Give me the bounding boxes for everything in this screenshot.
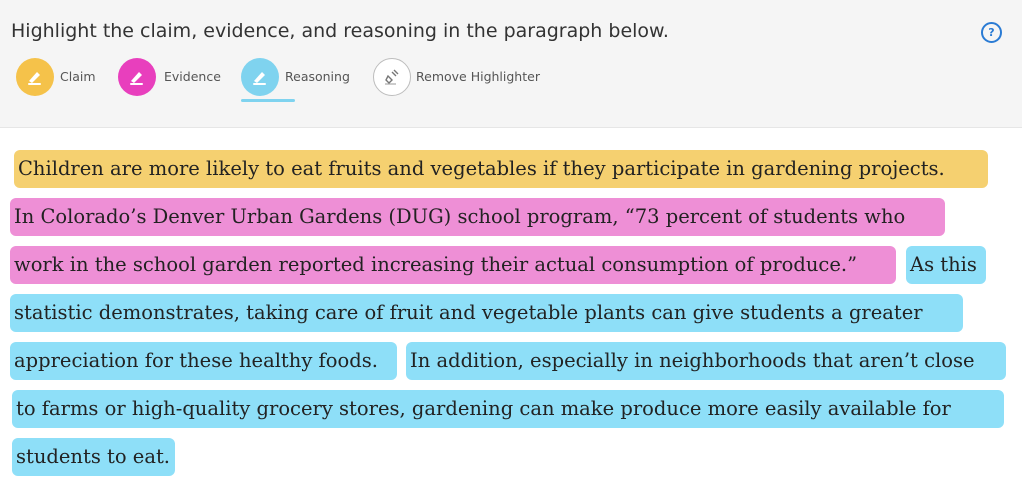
reasoning-text: to farms or high-quality grocery stores,…	[16, 397, 951, 420]
reasoning-highlight[interactable]: statistic demonstrates, taking care of f…	[10, 294, 963, 332]
evidence-highlight[interactable]: In Colorado’s Denver Urban Gardens (DUG)…	[10, 198, 945, 236]
eraser-icon	[373, 58, 411, 96]
highlighter-toolbar: Highlight the claim, evidence, and reaso…	[0, 0, 1022, 128]
reasoning-text: students to eat.	[16, 445, 171, 468]
highlighter-icon	[118, 58, 156, 96]
evidence-label: Evidence	[164, 69, 221, 84]
reasoning-text: In addition, especially in neighborhoods…	[410, 349, 975, 372]
claim-highlight[interactable]: Children are more likely to eat fruits a…	[14, 150, 988, 188]
reasoning-highlight[interactable]: students to eat.	[12, 438, 175, 476]
highlighter-icon	[241, 58, 279, 96]
reasoning-text: appreciation for these healthy foods.	[14, 349, 378, 372]
remove-highlighter-label: Remove Highlighter	[416, 69, 540, 84]
claim-text: Children are more likely to eat fruits a…	[18, 157, 945, 180]
help-icon[interactable]: ?	[981, 22, 1002, 43]
reasoning-label: Reasoning	[285, 69, 350, 84]
reasoning-highlight[interactable]: As this	[906, 246, 986, 284]
evidence-text: work in the school garden reported incre…	[14, 253, 858, 276]
reasoning-text: As this	[910, 253, 977, 276]
evidence-highlight[interactable]: work in the school garden reported incre…	[10, 246, 896, 284]
claim-label: Claim	[60, 69, 96, 84]
reasoning-highlight[interactable]: In addition, especially in neighborhoods…	[406, 342, 1006, 380]
reasoning-highlight[interactable]: appreciation for these healthy foods.	[10, 342, 397, 380]
reasoning-text: statistic demonstrates, taking care of f…	[14, 301, 923, 324]
highlighter-icon	[16, 58, 54, 96]
reasoning-highlight[interactable]: to farms or high-quality grocery stores,…	[12, 390, 1004, 428]
evidence-text: In Colorado’s Denver Urban Gardens (DUG)…	[14, 205, 906, 228]
instruction-text: Highlight the claim, evidence, and reaso…	[11, 20, 669, 42]
selected-tool-indicator	[241, 99, 295, 102]
